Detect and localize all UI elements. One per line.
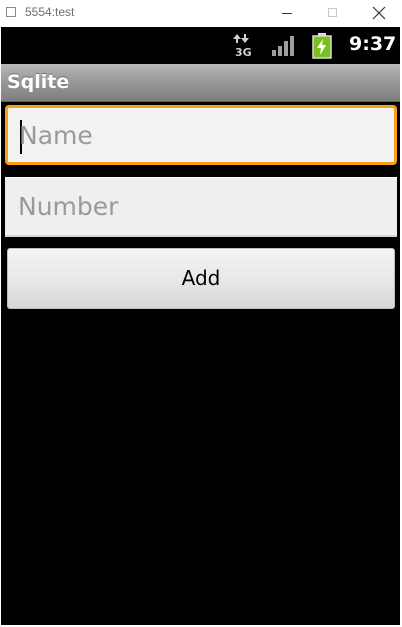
emulator-window: 5554:test 3G 9:37 Sqlite Name Number Add [0, 0, 402, 627]
signal-strength-icon [272, 36, 294, 56]
window-title-bar[interactable]: 5554:test [0, 0, 402, 26]
close-button[interactable] [356, 0, 402, 26]
window-title: 5554:test [25, 5, 75, 19]
minimize-button[interactable] [264, 0, 310, 26]
3g-data-icon: 3G [233, 34, 252, 57]
close-icon [372, 6, 386, 20]
app-title-bar: Sqlite [1, 64, 400, 102]
android-screen: 3G 9:37 Sqlite Add [1, 27, 400, 625]
name-field-container[interactable] [5, 105, 397, 165]
window-app-icon [6, 7, 16, 17]
svg-text:3G: 3G [235, 46, 252, 57]
number-field-container[interactable] [5, 177, 397, 237]
status-time: 9:37 [349, 33, 397, 55]
number-input[interactable] [18, 178, 388, 235]
name-input[interactable] [19, 108, 389, 162]
status-bar: 3G 9:37 [1, 27, 400, 64]
add-button[interactable]: Add [7, 248, 395, 309]
maximize-button[interactable] [310, 0, 356, 26]
battery-charging-icon [312, 33, 332, 59]
app-title: Sqlite [7, 71, 70, 93]
